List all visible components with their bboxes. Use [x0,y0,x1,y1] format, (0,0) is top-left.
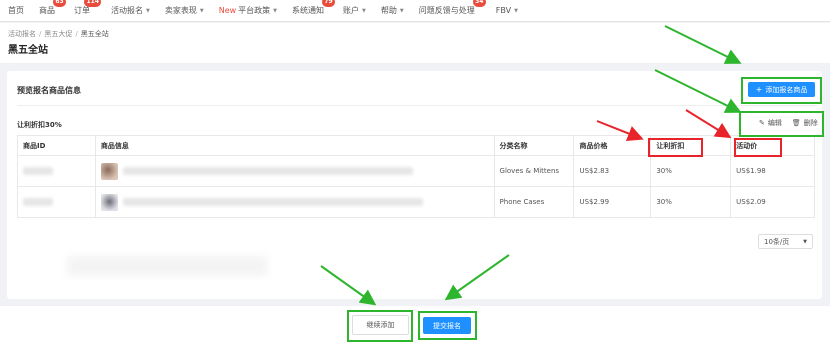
nav-label: 活动报名 [111,6,143,15]
card-title: 预览报名商品信息 [17,86,81,95]
product-info-cell [94,155,495,187]
caret-down-icon: ▼ [273,7,278,14]
continue-adding-button[interactable]: 继续添加 [352,315,409,335]
preview-card: 预览报名商品信息 + 添加报名商品 让利折扣30% ✎ 编辑 🗑 删除 商品ID 商… [7,71,822,299]
column-header: 商品ID [17,135,96,156]
nav-feedback[interactable]: 问题反馈与处理 34 [418,0,486,16]
product-id-cell [17,186,96,218]
product-thumbnail [100,193,118,211]
product-info-cell [94,186,495,218]
breadcrumb-item[interactable]: 活动报名 [8,30,36,38]
nav-label: 商品 [39,6,55,15]
footer-bar [0,306,830,344]
count-badge: 63 [53,0,66,7]
column-header: 让利折扣 [650,135,732,156]
table-row: Gloves & Mittens US$2.83 30% US$1.98 [17,155,815,187]
plus-icon: + [755,85,763,94]
nav-platform-policy[interactable]: New 平台政策 ▼ [219,5,277,16]
product-id-cell [17,155,96,187]
nav-label: 问题反馈与处理 [418,6,475,15]
page-title: 黑五全站 [8,45,48,56]
redacted-id [23,198,53,206]
count-badge: 34 [472,0,486,7]
top-nav: 首页 商品 63 订单 114 活动报名 ▼ 卖家表现 ▼ New 平台政策 ▼ 系统通知 7… [0,0,830,22]
count-badge: 79 [322,0,336,7]
nav-label: 平台政策 [238,6,271,15]
price-cell: US$2.99 [573,186,652,218]
redacted-area [67,256,267,276]
caret-down-icon: ▼ [399,7,404,14]
caret-down-icon: ▼ [199,7,204,14]
column-header: 分类名称 [493,135,575,156]
column-header: 活动价 [730,135,815,156]
page-size-select[interactable]: 10条/页 ▼ [758,234,813,249]
redacted-title [122,167,413,175]
caret-down-icon: ▼ [514,7,518,14]
page-size-value: 10条/页 [764,237,790,246]
add-product-label: 添加报名商品 [765,85,808,94]
redacted-id [23,167,53,175]
price-cell: US$2.83 [573,155,652,187]
caret-down-icon: ▼ [146,7,150,14]
delete-button[interactable]: 🗑 删除 [792,118,818,128]
divider [17,105,817,106]
product-thumbnail [100,162,118,180]
trash-icon: 🗑 [791,119,801,127]
edit-icon: ✎ [759,119,765,127]
table-row: Phone Cases US$2.99 30% US$2.09 [17,186,815,218]
column-header: 商品价格 [573,135,652,156]
nav-label: FBV [495,6,512,15]
activity-price-cell: US$1.98 [730,155,815,187]
column-header: 商品信息 [94,135,495,156]
table-header-row: 商品ID 商品信息 分类名称 商品价格 让利折扣 活动价 [17,135,815,156]
breadcrumb: 活动报名 / 黑五大促 / 黑五全站 [8,29,822,39]
redacted-title [122,198,423,206]
nav-system-notice[interactable]: 系统通知 79 [292,0,336,16]
products-table: 商品ID 商品信息 分类名称 商品价格 让利折扣 活动价 Gloves & Mi… [17,135,815,218]
nav-label: 帮助 [380,6,397,15]
count-badge: 114 [84,0,101,7]
new-tag: New [218,6,237,15]
nav-activity-signup[interactable]: 活动报名 ▼ [111,5,150,16]
edit-button[interactable]: ✎ 编辑 [759,118,782,128]
nav-label: 系统通知 [292,6,325,15]
caret-down-icon: ▼ [803,238,807,245]
nav-orders[interactable]: 订单 114 [74,0,101,16]
category-cell: Gloves & Mittens [493,155,575,187]
nav-label: 账户 [343,6,360,15]
discount-cell: 30% [650,155,732,187]
nav-fbv[interactable]: FBV ▼ [496,6,518,15]
nav-help[interactable]: 帮助 ▼ [381,5,404,16]
submit-signup-button[interactable]: 提交报名 [423,317,471,334]
caret-down-icon: ▼ [362,7,366,14]
group-actions: ✎ 编辑 🗑 删除 [759,118,818,128]
breadcrumb-sep: / [75,30,78,38]
edit-label: 编辑 [767,119,782,127]
nav-products[interactable]: 商品 63 [39,0,66,16]
breadcrumb-sep: / [39,30,42,38]
page-header: 活动报名 / 黑五大促 / 黑五全站 黑五全站 [0,23,830,63]
discount-cell: 30% [650,186,732,218]
nav-label: 首页 [8,6,24,15]
add-product-button[interactable]: + 添加报名商品 [748,82,815,97]
breadcrumb-current: 黑五全站 [80,30,109,38]
nav-home[interactable]: 首页 [8,5,24,16]
nav-label: 卖家表现 [164,6,197,15]
delete-label: 删除 [803,119,818,127]
category-cell: Phone Cases [493,186,575,218]
breadcrumb-item[interactable]: 黑五大促 [44,30,72,38]
nav-account[interactable]: 账户 ▼ [343,5,366,16]
activity-price-cell: US$2.09 [730,186,815,218]
nav-seller-performance[interactable]: 卖家表现 ▼ [165,5,204,16]
discount-group-label: 让利折扣30% [17,121,62,129]
